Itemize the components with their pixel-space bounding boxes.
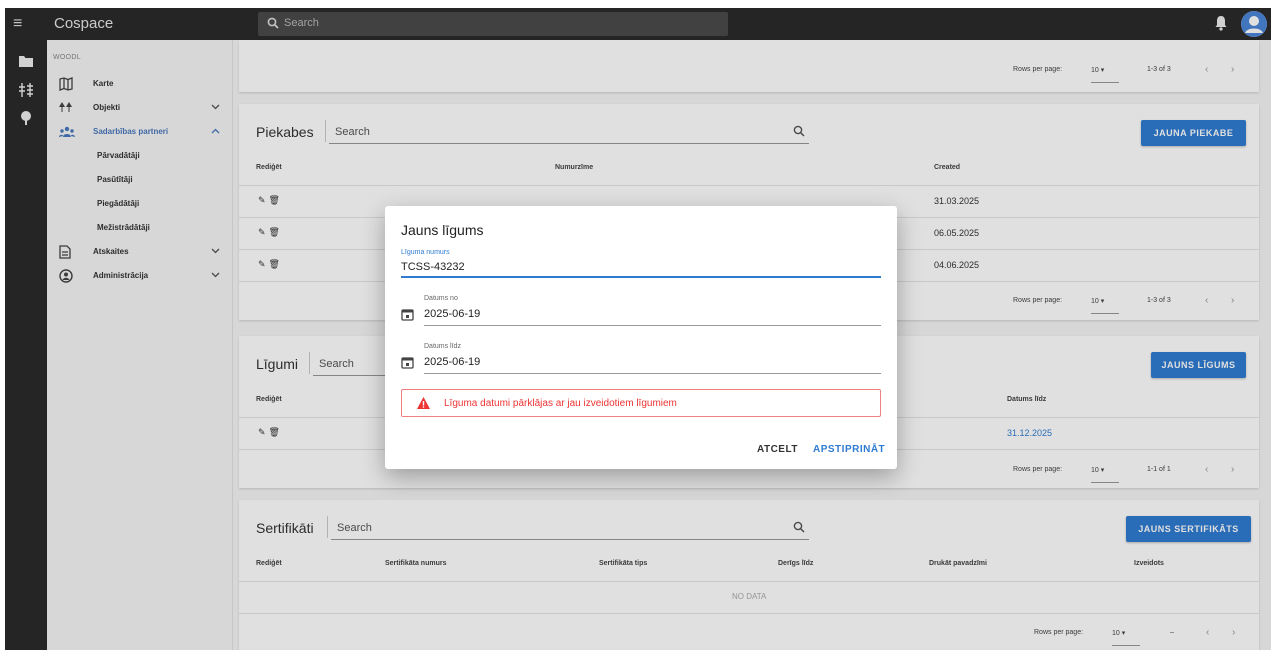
new-contract-dialog: Jauns līgums Līguma numurs TCSS-43232 Da… (385, 206, 897, 469)
date-to-underline (424, 373, 881, 374)
date-from-underline (424, 325, 881, 326)
contract-number-label: Līguma numurs (401, 249, 450, 256)
warning-icon (417, 397, 430, 409)
calendar-icon[interactable] (401, 356, 414, 369)
dialog-title: Jauns līgums (401, 222, 484, 238)
date-from-field[interactable]: 2025-06-19 (424, 308, 480, 320)
error-message: Līguma datumi pārklājas ar jau izveidoti… (444, 398, 677, 409)
cancel-button[interactable]: ATCELT (757, 444, 798, 455)
error-alert: Līguma datumi pārklājas ar jau izveidoti… (401, 389, 881, 417)
calendar-icon[interactable] (401, 308, 414, 321)
confirm-button[interactable]: APSTIPRINĀT (813, 444, 885, 455)
app-window: ≡ Cospace Search WOODL Karte Objekti Sad (5, 8, 1271, 650)
date-to-label: Datums līdz (424, 343, 461, 350)
date-from-label: Datums no (424, 295, 458, 302)
date-to-field[interactable]: 2025-06-19 (424, 356, 480, 368)
contract-number-underline (401, 276, 881, 278)
contract-number-field[interactable]: TCSS-43232 (401, 261, 465, 273)
